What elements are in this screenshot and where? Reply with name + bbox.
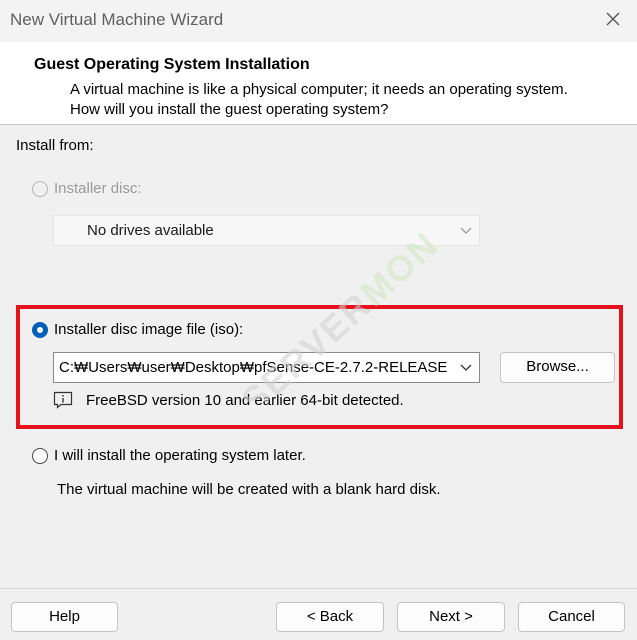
title-bar: New Virtual Machine Wizard xyxy=(0,0,637,42)
cancel-button[interactable]: Cancel xyxy=(518,602,625,632)
page-title: Guest Operating System Installation xyxy=(34,56,310,73)
iso-label: Installer disc image file (iso): xyxy=(54,321,244,338)
install-later-radio[interactable] xyxy=(32,448,48,464)
iso-path-value: C:₩Users₩user₩Desktop₩pfSense-CE-2.7.2-R… xyxy=(59,359,448,376)
window-title: New Virtual Machine Wizard xyxy=(10,10,224,29)
help-button[interactable]: Help xyxy=(11,602,118,632)
installer-disc-radio[interactable] xyxy=(32,181,48,197)
footer-divider xyxy=(0,588,637,589)
browse-button[interactable]: Browse... xyxy=(500,352,615,383)
next-button[interactable]: Next > xyxy=(397,602,505,632)
install-from-label: Install from: xyxy=(16,137,94,154)
installer-disc-label: Installer disc: xyxy=(54,180,142,197)
iso-radio[interactable] xyxy=(32,322,48,338)
chevron-down-icon xyxy=(460,227,472,234)
back-button[interactable]: < Back xyxy=(276,602,384,632)
drive-select[interactable]: No drives available xyxy=(53,215,480,246)
page-description: A virtual machine is like a physical com… xyxy=(70,81,568,118)
wizard-header: Guest Operating System Installation A vi… xyxy=(0,42,637,125)
drive-select-value: No drives available xyxy=(87,222,214,239)
close-icon[interactable] xyxy=(603,8,623,30)
install-later-label: I will install the operating system late… xyxy=(54,447,306,464)
detected-os-message: FreeBSD version 10 and earlier 64-bit de… xyxy=(86,392,404,409)
iso-path-combobox[interactable]: C:₩Users₩user₩Desktop₩pfSense-CE-2.7.2-R… xyxy=(53,352,480,383)
chevron-down-icon[interactable] xyxy=(459,353,473,382)
info-message-icon xyxy=(53,391,73,409)
install-later-note: The virtual machine will be created with… xyxy=(57,481,441,498)
